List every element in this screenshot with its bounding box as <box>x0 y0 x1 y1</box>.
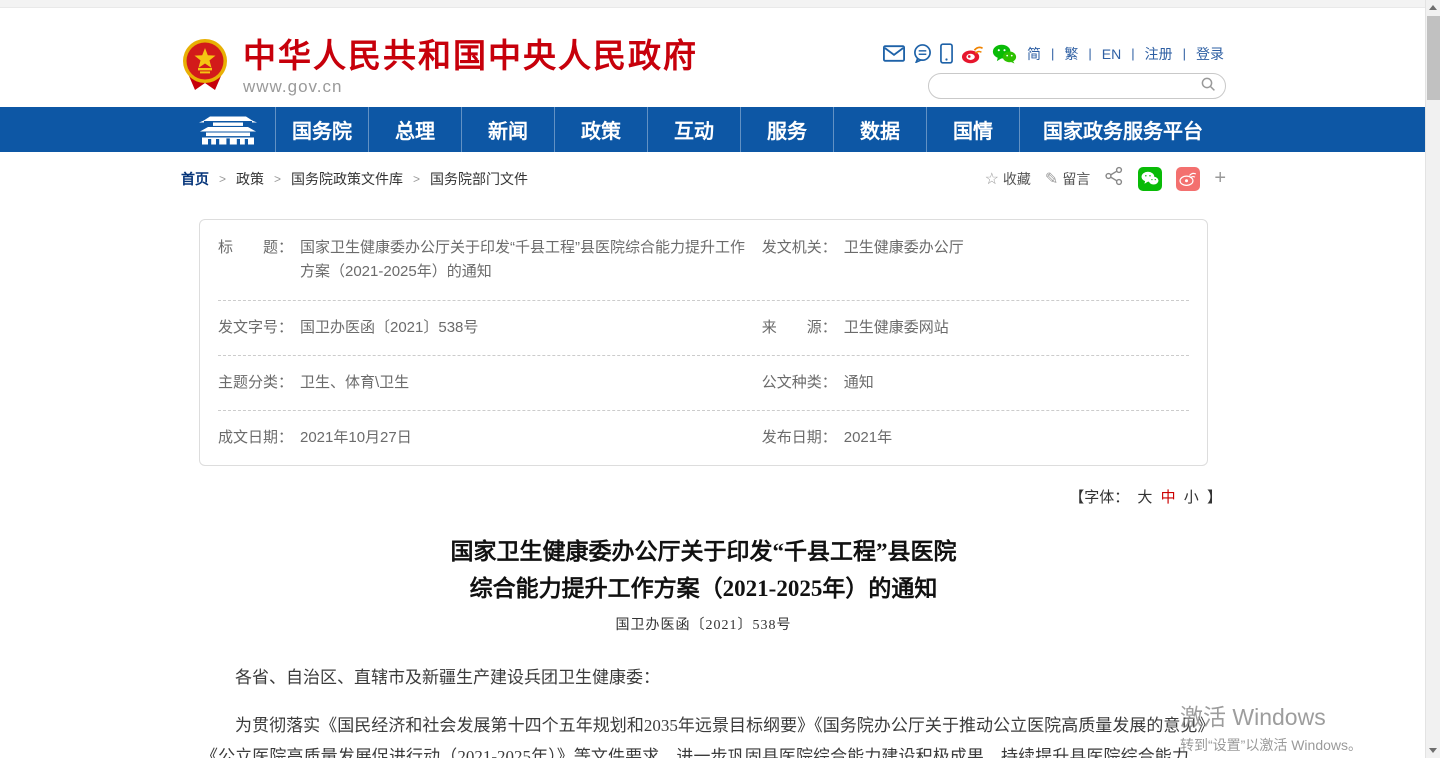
font-size-large-button[interactable]: 大 <box>1137 489 1152 506</box>
font-size-medium-button[interactable]: 中 <box>1161 489 1176 506</box>
meta-value-publish-date: 2021年 <box>844 426 1189 450</box>
mobile-icon[interactable] <box>940 43 953 64</box>
meta-row: 标 题： 国家卫生健康委办公厅关于印发“千县工程”县医院综合能力提升工作方案（2… <box>218 220 1189 301</box>
nav-home-tiananmen-icon[interactable] <box>181 107 275 152</box>
meta-label-issuing-agency: 发文机关： <box>762 236 844 284</box>
meta-value-title: 国家卫生健康委办公厅关于印发“千县工程”县医院综合能力提升工作方案（2021-2… <box>300 236 748 284</box>
breadcrumb-policy[interactable]: 政策 <box>236 169 264 189</box>
meta-value-issuing-agency: 卫生健康委办公厅 <box>844 236 1189 284</box>
breadcrumb-separator: > <box>274 172 281 186</box>
main-navigation: 国务院 总理 新闻 政策 互动 服务 数据 国情 国家政务服务平台 <box>0 107 1440 152</box>
comment-label: 留言 <box>1062 169 1090 189</box>
link-separator: | <box>1183 46 1186 61</box>
search-box[interactable] <box>928 73 1226 99</box>
lang-simplified[interactable]: 简 <box>1027 44 1041 64</box>
site-title: 中华人民共和国中央人民政府 <box>243 38 698 74</box>
scrollbar-thumb[interactable] <box>1427 16 1440 100</box>
page-tools: ☆ 收藏 ✎ 留言 + <box>985 166 1226 191</box>
meta-value-document-type: 通知 <box>844 371 1189 395</box>
nav-item-national-conditions[interactable]: 国情 <box>926 107 1019 152</box>
meta-label-document-number: 发文字号： <box>218 316 300 340</box>
breadcrumb-separator: > <box>219 172 226 186</box>
nav-item-state-council[interactable]: 国务院 <box>275 107 368 152</box>
favorite-button[interactable]: ☆ 收藏 <box>985 169 1031 189</box>
wechat-icon[interactable] <box>992 44 1017 64</box>
nav-item-premier[interactable]: 总理 <box>368 107 461 152</box>
nav-item-interact[interactable]: 互动 <box>647 107 740 152</box>
meta-row: 成文日期： 2021年10月27日 发布日期： 2021年 <box>218 411 1189 465</box>
search-icon <box>1200 76 1217 96</box>
site-header: 中华人民共和国中央人民政府 www.gov.cn <box>0 8 1440 107</box>
meta-label-written-date: 成文日期： <box>218 426 300 450</box>
star-icon: ☆ <box>985 169 999 189</box>
breadcrumb: 首页 > 政策 > 国务院政策文件库 > 国务院部门文件 <box>181 169 528 189</box>
site-logo[interactable]: 中华人民共和国中央人民政府 www.gov.cn <box>181 38 698 97</box>
font-size-small-button[interactable]: 小 <box>1184 489 1199 506</box>
meta-label-title: 标 题： <box>218 236 300 284</box>
meta-value-written-date: 2021年10月27日 <box>300 426 748 450</box>
meta-label-topic-category: 主题分类： <box>218 371 300 395</box>
breadcrumb-separator: > <box>413 172 420 186</box>
register-link[interactable]: 注册 <box>1145 44 1173 64</box>
breadcrumb-home[interactable]: 首页 <box>181 169 209 189</box>
link-separator: | <box>1131 46 1134 61</box>
lang-english[interactable]: EN <box>1102 46 1121 62</box>
document-article: 国家卫生健康委办公厅关于印发“千县工程”县医院 综合能力提升工作方案（2021-… <box>181 533 1226 758</box>
comment-icon[interactable] <box>913 44 932 63</box>
vertical-scrollbar[interactable] <box>1425 0 1440 758</box>
comment-button[interactable]: ✎ 留言 <box>1045 169 1090 189</box>
nav-item-news[interactable]: 新闻 <box>461 107 554 152</box>
mail-icon[interactable] <box>883 45 905 62</box>
breadcrumb-department-documents[interactable]: 国务院部门文件 <box>430 169 528 189</box>
search-button[interactable] <box>1200 76 1217 96</box>
scrollbar-up-arrow[interactable] <box>1426 0 1440 15</box>
nav-item-gov-service-platform[interactable]: 国家政务服务平台 <box>1019 107 1226 152</box>
scrollbar-down-arrow[interactable] <box>1426 743 1440 758</box>
meta-label-document-type: 公文种类： <box>762 371 844 395</box>
breadcrumb-policy-library[interactable]: 国务院政策文件库 <box>291 169 403 189</box>
document-number: 国卫办医函〔2021〕538号 <box>181 614 1226 634</box>
document-title-line2: 综合能力提升工作方案（2021-2025年）的通知 <box>470 576 938 601</box>
top-strip <box>0 0 1440 8</box>
meta-value-document-number: 国卫办医函〔2021〕538号 <box>300 316 748 340</box>
document-title-line1: 国家卫生健康委办公厅关于印发“千县工程”县医院 <box>451 539 957 564</box>
meta-label-source: 来 源： <box>762 316 844 340</box>
document-body: 各省、自治区、直辖市及新疆生产建设兵团卫生健康委： 为贯彻落实《国民经济和社会发… <box>181 662 1226 758</box>
nav-item-data[interactable]: 数据 <box>833 107 926 152</box>
nav-item-services[interactable]: 服务 <box>740 107 833 152</box>
site-url: www.gov.cn <box>243 77 698 97</box>
document-title: 国家卫生健康委办公厅关于印发“千县工程”县医院 综合能力提升工作方案（2021-… <box>181 533 1226 607</box>
weibo-icon[interactable] <box>961 44 984 64</box>
share-icon[interactable] <box>1104 166 1124 191</box>
meta-row: 主题分类： 卫生、体育\卫生 公文种类： 通知 <box>218 356 1189 411</box>
national-emblem-icon <box>181 38 229 97</box>
login-link[interactable]: 登录 <box>1196 44 1224 64</box>
favorite-label: 收藏 <box>1003 169 1031 189</box>
font-size-widget: 【字体： 大 中 小 】 <box>181 486 1226 507</box>
meta-value-source: 卫生健康委网站 <box>844 316 1189 340</box>
share-weibo-icon[interactable] <box>1176 167 1200 191</box>
meta-value-topic-category: 卫生、体育\卫生 <box>300 371 748 395</box>
font-widget-suffix: 】 <box>1207 489 1222 506</box>
more-tools-button[interactable]: + <box>1214 167 1226 190</box>
document-metadata-card: 标 题： 国家卫生健康委办公厅关于印发“千县工程”县医院综合能力提升工作方案（2… <box>199 219 1208 466</box>
link-separator: | <box>1051 46 1054 61</box>
pencil-icon: ✎ <box>1045 169 1058 189</box>
body-paragraph: 为贯彻落实《国民经济和社会发展第十四个五年规划和2035年远景目标纲要》《国务院… <box>201 710 1206 758</box>
link-separator: | <box>1088 46 1091 61</box>
meta-label-publish-date: 发布日期： <box>762 426 844 450</box>
breadcrumb-row: 首页 > 政策 > 国务院政策文件库 > 国务院部门文件 ☆ 收藏 ✎ 留言 + <box>181 166 1226 191</box>
nav-item-policy[interactable]: 政策 <box>554 107 647 152</box>
share-wechat-icon[interactable] <box>1138 167 1162 191</box>
search-input[interactable] <box>941 79 1200 94</box>
salutation-paragraph: 各省、自治区、直辖市及新疆生产建设兵团卫生健康委： <box>201 662 1206 693</box>
meta-row: 发文字号： 国卫办医函〔2021〕538号 来 源： 卫生健康委网站 <box>218 301 1189 356</box>
font-widget-prefix: 【字体： <box>1069 489 1129 506</box>
lang-traditional[interactable]: 繁 <box>1064 44 1078 64</box>
